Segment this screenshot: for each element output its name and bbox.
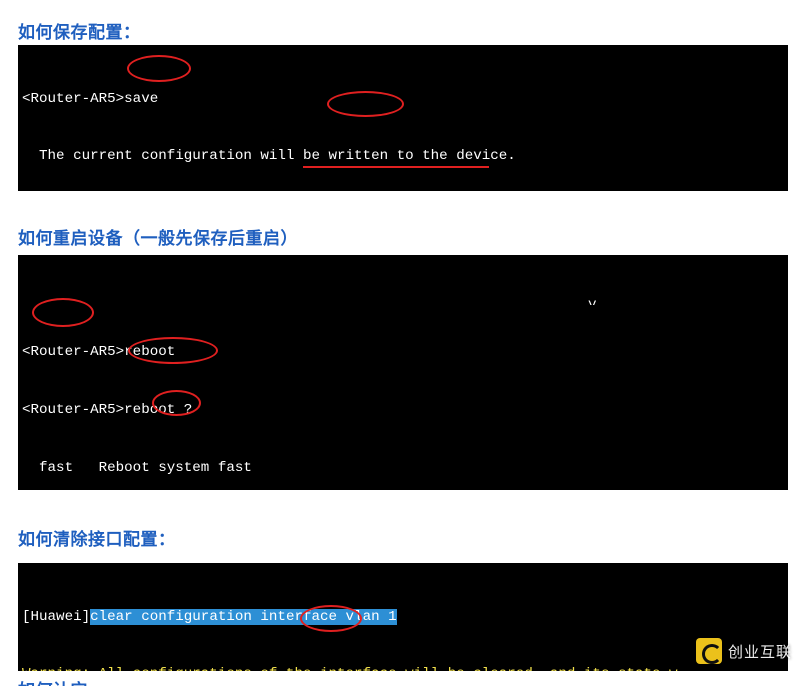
terminal-line: <Router-AR5>reboot — [22, 344, 176, 361]
terminal-line: fast Reboot system fast — [22, 459, 252, 476]
terminal-prompt: [Huawei] — [22, 608, 91, 625]
page-heading-clear: 如何清除接口配置： — [18, 530, 176, 549]
terminal-line: <Router-AR5>reboot ? — [22, 402, 193, 419]
page-heading-reboot: 如何重启设备（一般先保存后重启） — [18, 229, 298, 248]
terminal-line-selected: [Huawei]clear configuration interface vl… — [18, 608, 788, 627]
terminal-reboot-output: y <Router-AR5>reboot <Router-AR5>reboot … — [18, 255, 788, 490]
selected-command-text: clear configuration interface vlan 1 — [90, 608, 397, 625]
watermark-text: 创业互联 — [727, 643, 792, 661]
terminal-clear-output: [Huawei]clear configuration interface vl… — [18, 563, 788, 671]
terminal-line-partial: y — [588, 296, 597, 305]
terminal-line: <Router-AR5>save — [22, 90, 159, 107]
watermark-logo-icon — [695, 638, 722, 664]
document-page: 如何保存配置： <Router-AR5>save The current con… — [0, 0, 798, 686]
terminal-save-output: <Router-AR5>save The current configurati… — [18, 45, 788, 191]
page-heading-save: 如何保存配置： — [18, 23, 141, 42]
terminal-line: Warning: All configurations of the inter… — [18, 665, 788, 671]
watermark: 创业互联 — [695, 638, 792, 664]
page-heading-fourth: 如何让它… — [18, 676, 106, 686]
terminal-line: The current configuration will be writte… — [22, 148, 516, 165]
